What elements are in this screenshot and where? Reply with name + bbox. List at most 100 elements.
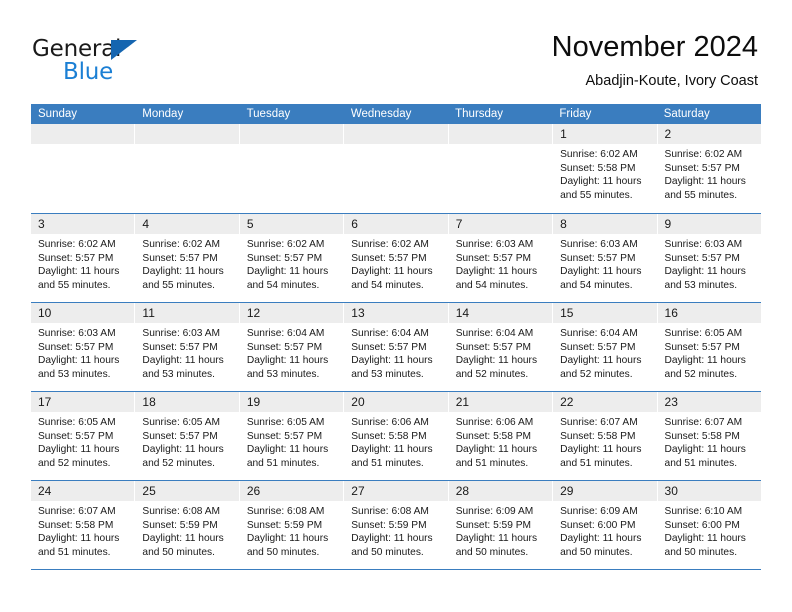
calendar-day-cell[interactable]: 13 Sunrise: 6:04 AM Sunset: 5:57 PM Dayligh… <box>344 303 449 391</box>
sunset-text: Sunset: 5:57 PM <box>351 252 427 264</box>
day-details: Sunrise: 6:05 AM Sunset: 5:57 PM Daylight:… <box>31 412 134 470</box>
day-number-strip: 6 <box>344 214 448 234</box>
daylight-text-line2: and 51 minutes. <box>351 457 424 469</box>
calendar-day-cell[interactable]: 29 Sunrise: 6:09 AM Sunset: 6:00 PM Dayligh… <box>553 481 658 569</box>
day-details: Sunrise: 6:09 AM Sunset: 5:59 PM Daylight:… <box>449 501 552 559</box>
calendar-day-cell[interactable]: 7 Sunrise: 6:03 AM Sunset: 5:57 PM Daylight… <box>448 214 554 302</box>
day-number-strip: 10 <box>31 303 135 323</box>
calendar-day-cell[interactable]: 10 Sunrise: 6:03 AM Sunset: 5:57 PM Dayligh… <box>31 303 136 391</box>
calendar-day-cell[interactable]: 21 Sunrise: 6:06 AM Sunset: 5:58 PM Dayligh… <box>448 392 554 480</box>
sunset-text: Sunset: 5:57 PM <box>560 252 636 264</box>
triangle-icon <box>111 40 137 60</box>
day-details: Sunrise: 6:02 AM Sunset: 5:57 PM Daylight:… <box>658 144 761 202</box>
page-subtitle: Abadjin-Koute, Ivory Coast <box>585 73 758 89</box>
calendar-day-cell[interactable]: 14 Sunrise: 6:04 AM Sunset: 5:57 PM Dayligh… <box>448 303 554 391</box>
day-details: Sunrise: 6:10 AM Sunset: 6:00 PM Daylight:… <box>658 501 761 559</box>
calendar-day-cell[interactable]: 24 Sunrise: 6:07 AM Sunset: 5:58 PM Dayligh… <box>31 481 136 569</box>
sunrise-text: Sunrise: 6:04 AM <box>455 328 534 339</box>
daylight-text-line1: Daylight: 11 hours <box>455 533 538 545</box>
calendar-day-cell[interactable]: 4 Sunrise: 6:02 AM Sunset: 5:57 PM Daylight… <box>135 214 240 302</box>
calendar-day-cell[interactable]: 5 Sunrise: 6:02 AM Sunset: 5:57 PM Daylight… <box>239 214 345 302</box>
daylight-text-line1: Daylight: 11 hours <box>560 266 642 278</box>
weekday-header-wednesday: Wednesday <box>350 108 412 120</box>
daylight-text-line1: Daylight: 11 hours <box>664 355 746 367</box>
daylight-text-line1: Daylight: 11 hours <box>38 266 120 278</box>
sunrise-text: Sunrise: 6:10 AM <box>664 506 743 517</box>
calendar-day-cell[interactable]: 19 Sunrise: 6:05 AM Sunset: 5:57 PM Dayligh… <box>239 392 345 480</box>
calendar-day-cell[interactable]: 23 Sunrise: 6:07 AM Sunset: 5:58 PM Dayligh… <box>657 392 761 480</box>
sunrise-text: Sunrise: 6:05 AM <box>38 417 116 428</box>
calendar-day-cell[interactable]: 27 Sunrise: 6:08 AM Sunset: 5:59 PM Dayligh… <box>344 481 449 569</box>
sunrise-text: Sunrise: 6:03 AM <box>455 239 534 250</box>
sunset-text: Sunset: 5:58 PM <box>455 430 532 442</box>
day-number-strip: 19 <box>239 392 344 412</box>
daylight-text-line1: Daylight: 11 hours <box>351 266 433 278</box>
daylight-text-line1: Daylight: 11 hours <box>142 444 224 456</box>
daylight-text-line2: and 53 minutes. <box>351 368 424 380</box>
calendar-day-cell[interactable]: 26 Sunrise: 6:08 AM Sunset: 5:59 PM Dayligh… <box>239 481 345 569</box>
daylight-text-line2: and 50 minutes. <box>664 546 738 558</box>
calendar-day-cell[interactable]: 3 Sunrise: 6:02 AM Sunset: 5:57 PM Daylight… <box>31 214 136 302</box>
logo-text-blue: Blue <box>63 59 114 85</box>
day-number-strip: 29 <box>553 481 657 501</box>
calendar-weeks: 1 Sunrise: 6:02 AM Sunset: 5:58 PM Daylight… <box>31 124 761 569</box>
daylight-text-line2: and 51 minutes. <box>455 457 529 469</box>
sunrise-text: Sunrise: 6:02 AM <box>351 239 429 250</box>
daylight-text-line2: and 52 minutes. <box>455 368 529 380</box>
sunset-text: Sunset: 6:00 PM <box>560 519 636 531</box>
calendar-day-cell[interactable]: 15 Sunrise: 6:04 AM Sunset: 5:57 PM Dayligh… <box>553 303 658 391</box>
calendar-day-cell[interactable]: 18 Sunrise: 6:05 AM Sunset: 5:57 PM Dayligh… <box>135 392 240 480</box>
daylight-text-line1: Daylight: 11 hours <box>351 533 433 545</box>
calendar-day-cell[interactable]: 25 Sunrise: 6:08 AM Sunset: 5:59 PM Dayligh… <box>135 481 240 569</box>
day-number: 5 <box>246 217 254 231</box>
daylight-text-line2: and 54 minutes. <box>560 279 633 291</box>
calendar-week-row: 24 Sunrise: 6:07 AM Sunset: 5:58 PM Dayligh… <box>31 480 761 569</box>
daylight-text-line1: Daylight: 11 hours <box>246 533 329 545</box>
calendar-day-cell[interactable]: 28 Sunrise: 6:09 AM Sunset: 5:59 PM Dayligh… <box>448 481 554 569</box>
day-details: Sunrise: 6:02 AM Sunset: 5:58 PM Daylight:… <box>553 144 656 202</box>
weekday-header-friday: Friday <box>559 108 592 120</box>
daylight-text-line1: Daylight: 11 hours <box>246 266 329 278</box>
day-number: 12 <box>246 306 261 320</box>
general-blue-logo[interactable]: General Blue <box>32 36 212 85</box>
day-details: Sunrise: 6:03 AM Sunset: 5:57 PM Daylight:… <box>658 234 761 292</box>
day-number: 3 <box>38 217 45 231</box>
sunrise-text: Sunrise: 6:09 AM <box>455 506 534 517</box>
calendar-day-cell[interactable]: 1 Sunrise: 6:02 AM Sunset: 5:58 PM Daylight… <box>553 124 658 213</box>
day-number-strip: 1 <box>553 124 657 144</box>
day-details: Sunrise: 6:05 AM Sunset: 5:57 PM Daylight:… <box>240 412 343 470</box>
calendar-day-cell[interactable]: 20 Sunrise: 6:06 AM Sunset: 5:58 PM Dayligh… <box>344 392 449 480</box>
day-number-strip: 4 <box>135 214 239 234</box>
weekday-header-saturday: Saturday <box>663 108 710 120</box>
sunset-text: Sunset: 5:57 PM <box>142 341 218 353</box>
calendar-day-cell[interactable]: 22 Sunrise: 6:07 AM Sunset: 5:58 PM Dayligh… <box>553 392 658 480</box>
daylight-text-line2: and 50 minutes. <box>560 546 633 558</box>
sunset-text: Sunset: 5:57 PM <box>455 252 532 264</box>
day-number-strip: 26 <box>239 481 344 501</box>
day-number: 25 <box>142 484 156 498</box>
calendar-day-cell[interactable]: 30 Sunrise: 6:10 AM Sunset: 6:00 PM Dayligh… <box>657 481 761 569</box>
calendar-day-cell[interactable]: 6 Sunrise: 6:02 AM Sunset: 5:57 PM Daylight… <box>344 214 449 302</box>
calendar-day-cell[interactable]: 11 Sunrise: 6:03 AM Sunset: 5:57 PM Dayligh… <box>135 303 240 391</box>
sunrise-text: Sunrise: 6:06 AM <box>351 417 429 428</box>
sunrise-text: Sunrise: 6:03 AM <box>560 239 638 250</box>
daylight-text-line1: Daylight: 11 hours <box>351 444 433 456</box>
calendar-day-cell[interactable]: 8 Sunrise: 6:03 AM Sunset: 5:57 PM Daylight… <box>553 214 658 302</box>
daylight-text-line2: and 55 minutes. <box>38 279 111 291</box>
calendar-day-cell[interactable]: 2 Sunrise: 6:02 AM Sunset: 5:57 PM Daylight… <box>657 124 761 213</box>
calendar-day-cell[interactable]: 16 Sunrise: 6:05 AM Sunset: 5:57 PM Dayligh… <box>657 303 761 391</box>
calendar-day-cell[interactable]: 17 Sunrise: 6:05 AM Sunset: 5:57 PM Dayligh… <box>31 392 136 480</box>
daylight-text-line2: and 53 minutes. <box>246 368 320 380</box>
sunset-text: Sunset: 5:57 PM <box>664 252 740 264</box>
calendar-day-cell[interactable]: 12 Sunrise: 6:04 AM Sunset: 5:57 PM Dayligh… <box>239 303 345 391</box>
day-number: 2 <box>664 127 672 141</box>
daylight-text-line1: Daylight: 11 hours <box>142 266 224 278</box>
day-details: Sunrise: 6:06 AM Sunset: 5:58 PM Daylight:… <box>449 412 552 470</box>
sunrise-text: Sunrise: 6:02 AM <box>246 239 325 250</box>
sunset-text: Sunset: 5:57 PM <box>246 341 323 353</box>
sunset-text: Sunset: 5:57 PM <box>38 430 114 442</box>
page-header: General Blue November 2024 Abadjin-Koute… <box>0 0 792 100</box>
calendar-day-cell[interactable]: 9 Sunrise: 6:03 AM Sunset: 5:57 PM Daylight… <box>657 214 761 302</box>
daylight-text-line2: and 50 minutes. <box>142 546 215 558</box>
daylight-text-line2: and 51 minutes. <box>246 457 320 469</box>
